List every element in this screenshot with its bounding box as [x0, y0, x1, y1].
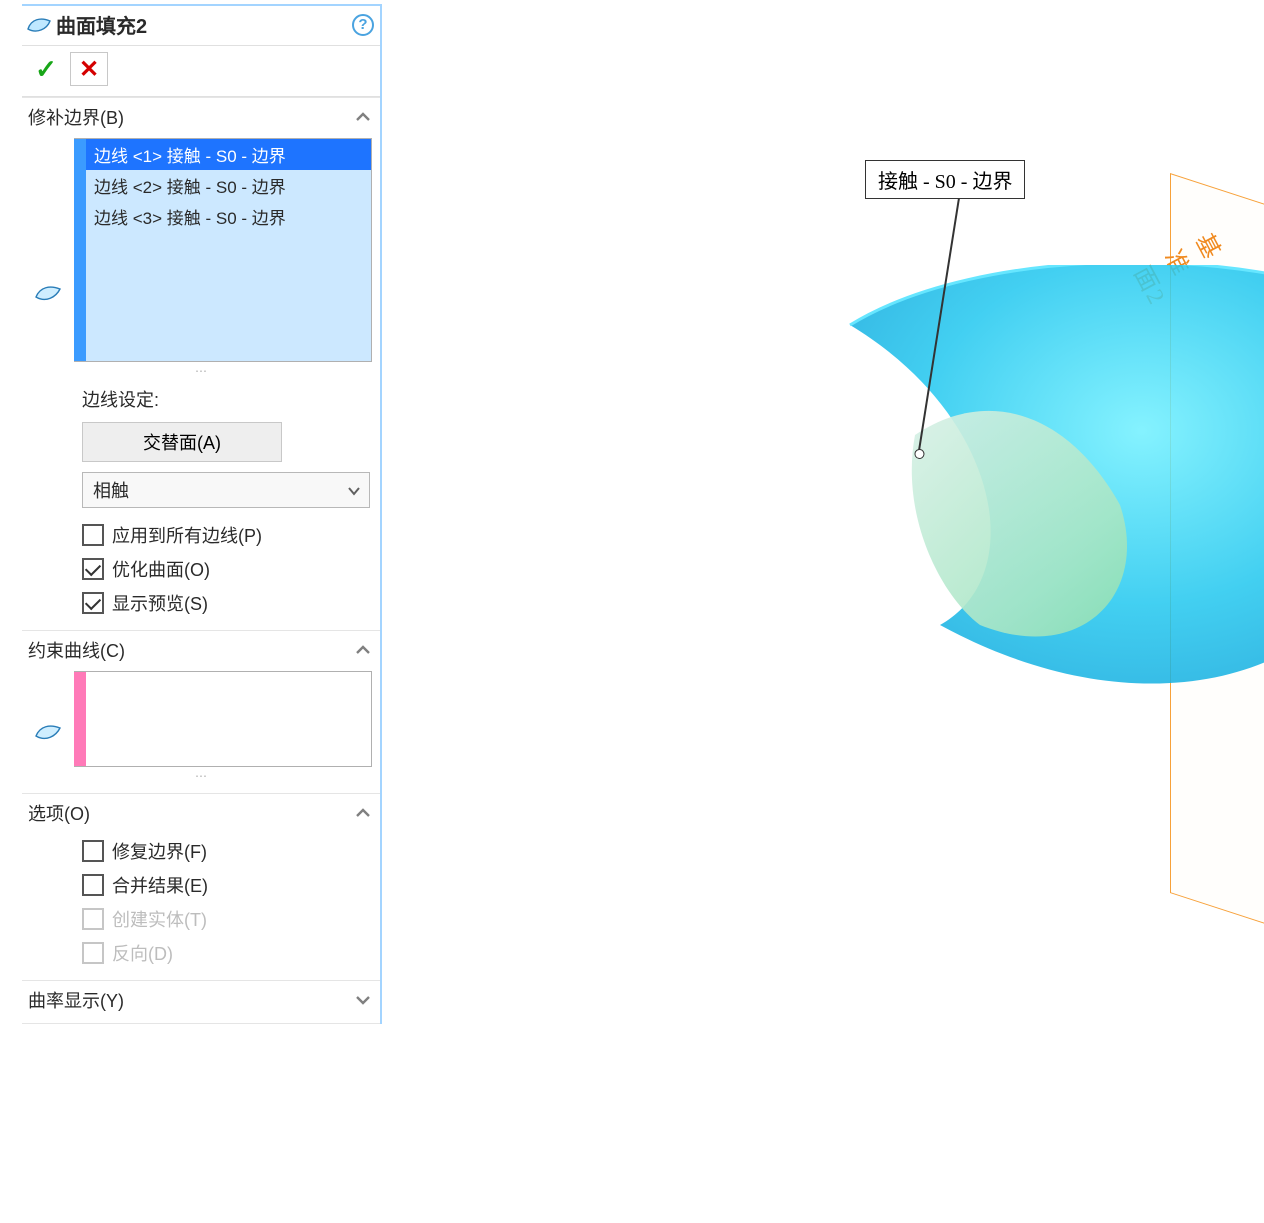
fix-boundary-checkbox[interactable]	[82, 840, 104, 862]
confirm-row: ✓ ✕	[22, 46, 380, 97]
patch-boundary-listbox[interactable]: 边线 <1> 接触 - S0 - 边界 边线 <2> 接触 - S0 - 边界 …	[74, 138, 372, 362]
feature-title: 曲面填充2	[52, 10, 352, 39]
chevron-down-icon	[347, 480, 361, 501]
constraint-curves-listbox[interactable]	[74, 671, 372, 767]
chevron-up-icon[interactable]	[354, 641, 372, 659]
section-title: 约束曲线(C)	[28, 637, 125, 663]
chevron-up-icon[interactable]	[354, 108, 372, 126]
merge-result-label: 合并结果(E)	[112, 872, 208, 898]
surface-fill-icon	[26, 13, 52, 37]
list-resize-grip[interactable]: ⋯	[30, 362, 372, 378]
reverse-row: 反向(D)	[30, 936, 372, 970]
edge-settings-label: 边线设定:	[30, 378, 372, 418]
edge-item[interactable]: 边线 <3> 接触 - S0 - 边界	[86, 201, 371, 232]
create-solid-checkbox	[82, 908, 104, 930]
panel-header: 曲面填充2 ?	[22, 6, 380, 46]
create-solid-label: 创建实体(T)	[112, 906, 207, 932]
list-resize-grip[interactable]: ⋯	[30, 767, 372, 783]
optimize-row: 优化曲面(O)	[30, 552, 372, 586]
section-constraint-curves-header[interactable]: 约束曲线(C)	[22, 630, 380, 667]
contact-type-combo[interactable]: 相触	[82, 472, 370, 508]
preview-label: 显示预览(S)	[112, 590, 208, 616]
preview-row: 显示预览(S)	[30, 586, 372, 620]
combo-value: 相触	[93, 477, 129, 503]
edge-callout: 接触 - S0 - 边界	[865, 160, 1025, 199]
edge-item[interactable]: 边线 <1> 接触 - S0 - 边界	[86, 139, 371, 170]
optimize-checkbox[interactable]	[82, 558, 104, 580]
section-options-body: 修复边界(F) 合并结果(E) 创建实体(T) 反向(D)	[22, 830, 380, 980]
alternate-face-button[interactable]: 交替面(A)	[82, 422, 282, 462]
apply-all-checkbox[interactable]	[82, 524, 104, 546]
graphics-viewport[interactable]: 基准面2 接触 - S0 - 边界	[400, 0, 1264, 1223]
section-patch-boundary-body: 边线 <1> 接触 - S0 - 边界 边线 <2> 接触 - S0 - 边界 …	[22, 134, 380, 630]
section-curvature-header[interactable]: 曲率显示(Y)	[22, 980, 380, 1024]
reverse-checkbox	[82, 942, 104, 964]
fill-surface-preview[interactable]	[820, 265, 1264, 715]
chevron-up-icon[interactable]	[354, 804, 372, 822]
merge-result-checkbox[interactable]	[82, 874, 104, 896]
help-icon[interactable]: ?	[352, 14, 374, 36]
apply-all-row: 应用到所有边线(P)	[30, 518, 372, 552]
section-options-header[interactable]: 选项(O)	[22, 793, 380, 830]
edge-item[interactable]: 边线 <2> 接触 - S0 - 边界	[86, 170, 371, 201]
section-title: 修补边界(B)	[28, 104, 124, 130]
merge-result-row: 合并结果(E)	[30, 868, 372, 902]
property-panel: 曲面填充2 ? ✓ ✕ 修补边界(B) 边线 <1> 接触 - S0 - 边界 …	[22, 4, 382, 1024]
chevron-down-icon[interactable]	[354, 991, 372, 1009]
optimize-label: 优化曲面(O)	[112, 556, 210, 582]
fix-boundary-label: 修复边界(F)	[112, 838, 207, 864]
create-solid-row: 创建实体(T)	[30, 902, 372, 936]
preview-checkbox[interactable]	[82, 592, 104, 614]
fix-boundary-row: 修复边界(F)	[30, 834, 372, 868]
cancel-button[interactable]: ✕	[70, 52, 108, 86]
reverse-label: 反向(D)	[112, 940, 173, 966]
section-constraint-curves-body: ⋯	[22, 667, 380, 793]
section-patch-boundary-header[interactable]: 修补边界(B)	[22, 97, 380, 134]
apply-all-label: 应用到所有边线(P)	[112, 522, 262, 548]
section-title: 曲率显示(Y)	[28, 987, 124, 1013]
curve-selection-icon	[30, 694, 66, 744]
ok-button[interactable]: ✓	[30, 54, 62, 85]
section-title: 选项(O)	[28, 800, 90, 826]
edge-selection-icon	[30, 195, 66, 305]
